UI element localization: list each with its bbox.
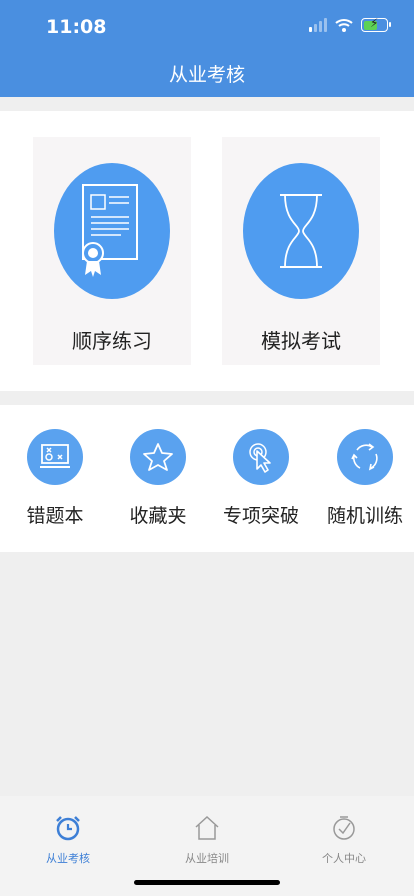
main-cards-panel: 顺序练习 模拟考试 [0,111,414,391]
quick-access-panel: 错题本 收藏夹 专项突破 随机训练 [0,405,414,552]
hourglass-icon [243,163,359,299]
sequential-practice-card[interactable]: 顺序练习 [33,137,191,365]
app-header: 11:08 ⚡ 从业考核 [0,0,414,97]
mistake-board-icon [27,429,83,485]
house-icon [195,815,219,840]
special-breakthrough-item[interactable]: 专项突破 [211,429,311,528]
status-time: 11:08 [46,16,107,38]
tab-profile[interactable]: 个人中心 [294,814,394,866]
mock-exam-card[interactable]: 模拟考试 [222,137,380,365]
clock-check-icon [333,816,355,840]
mock-exam-label: 模拟考试 [261,329,341,353]
status-icons: ⚡ [309,16,391,32]
mistakes-book-label: 错题本 [26,505,84,527]
pointer-click-icon [233,429,289,485]
random-training-item[interactable]: 随机训练 [315,429,414,528]
tab-exam[interactable]: 从业考核 [18,814,118,866]
refresh-icon [337,429,393,485]
favorites-label: 收藏夹 [129,505,187,527]
home-indicator[interactable] [134,880,280,885]
battery-icon: ⚡ [361,16,391,32]
certificate-icon [54,163,170,299]
mistakes-book-item[interactable]: 错题本 [5,429,105,528]
page-title: 从业考核 [168,64,245,86]
alarm-clock-icon [56,816,80,841]
random-training-label: 随机训练 [326,505,403,527]
signal-icon [309,18,327,32]
special-breakthrough-label: 专项突破 [222,505,299,527]
tab-profile-label: 个人中心 [322,852,366,865]
star-icon [130,429,186,485]
favorites-item[interactable]: 收藏夹 [108,429,208,528]
tab-training[interactable]: 从业培训 [157,814,257,866]
wifi-icon [335,19,353,32]
tab-exam-label: 从业考核 [46,852,90,865]
tab-training-label: 从业培训 [185,852,229,865]
sequential-practice-label: 顺序练习 [72,329,152,353]
